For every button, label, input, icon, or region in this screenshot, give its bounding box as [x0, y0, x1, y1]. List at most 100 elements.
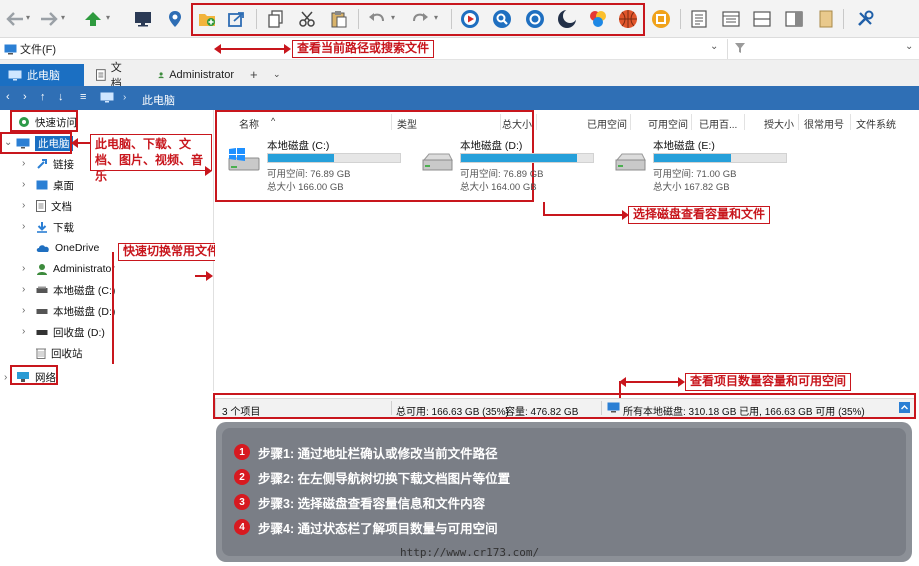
- up-folder-icon[interactable]: [82, 8, 104, 30]
- document-icon[interactable]: [688, 8, 710, 30]
- sidebar-item-label: 本地磁盘 (D:): [53, 305, 116, 318]
- sidebar-item-recycle-bin[interactable]: 回收站: [36, 344, 83, 362]
- frame-icon[interactable]: [650, 8, 672, 30]
- details-pane-icon[interactable]: [720, 8, 742, 30]
- back-dropdown-icon[interactable]: ▾: [26, 14, 34, 22]
- annotation-arrow: [543, 210, 629, 220]
- filter-box[interactable]: [727, 39, 917, 59]
- tab-documents[interactable]: 文档: [88, 62, 140, 90]
- column-header-often-used[interactable]: 很常用号: [804, 116, 844, 131]
- step-text: 步骤1: 通过地址栏确认或修改当前文件路径: [258, 446, 498, 461]
- moon-icon[interactable]: [556, 8, 578, 30]
- column-header-used[interactable]: 已用空间: [587, 116, 627, 131]
- sidebar-network-highlight: [10, 365, 58, 385]
- sidebar-item-drive-c[interactable]: 本地磁盘 (C:): [36, 281, 115, 299]
- forward-button[interactable]: ›: [23, 91, 27, 103]
- new-folder-icon[interactable]: [196, 8, 218, 30]
- refresh-search-icon[interactable]: [524, 8, 546, 30]
- chevron-right-icon[interactable]: ›: [22, 326, 25, 337]
- annotation-arrow: [214, 44, 291, 54]
- tab-administrator[interactable]: Administrator: [150, 64, 242, 86]
- undo-dropdown-icon[interactable]: ▾: [391, 14, 399, 22]
- sidebar-item-links[interactable]: 链接: [36, 155, 74, 173]
- chevron-right-icon[interactable]: ›: [22, 305, 25, 316]
- bookmark-icon[interactable]: [815, 8, 837, 30]
- forward-dropdown-icon[interactable]: ▾: [61, 14, 69, 22]
- basketball-icon[interactable]: [617, 8, 639, 30]
- column-header-free[interactable]: 可用空间: [648, 116, 688, 131]
- drive-tile-d[interactable]: 本地磁盘 (D:) 可用空间: 76.89 GB 总大小 164.00 GB: [414, 136, 604, 193]
- undo-icon[interactable]: [366, 8, 388, 30]
- step-text: 步骤2: 在左侧导航树切换下载文档图片等位置: [258, 471, 511, 486]
- toolbar: ▾ ▾ ▾ ▾ ▾: [0, 0, 919, 38]
- redo-dropdown-icon[interactable]: ▾: [434, 14, 442, 22]
- drive-total-size: 总大小 166.00 GB: [267, 182, 344, 193]
- sidebar-item-recycle-drive[interactable]: 回收盘 (D:): [36, 323, 105, 341]
- sidebar-item-drive-d[interactable]: 本地磁盘 (D:): [36, 302, 115, 320]
- share-icon[interactable]: [226, 8, 248, 30]
- tab-label: 此电脑: [27, 70, 60, 82]
- drive-icon: [36, 309, 48, 314]
- chevron-right-icon[interactable]: ›: [4, 372, 7, 383]
- drive-tile-e[interactable]: 本地磁盘 (E:) 可用空间: 71.00 GB 总大小 167.82 GB: [607, 136, 797, 193]
- preview-pane-icon[interactable]: [783, 8, 805, 30]
- split-view-icon[interactable]: [751, 8, 773, 30]
- annotation-bracket: [112, 252, 114, 364]
- tab-list-button[interactable]: ⌄: [273, 69, 281, 80]
- location-pin-icon[interactable]: [164, 8, 186, 30]
- sidebar-item-desktop[interactable]: 桌面: [36, 176, 74, 194]
- sidebar-item-documents[interactable]: 文档: [36, 197, 72, 215]
- add-tab-button[interactable]: +: [250, 67, 258, 82]
- annotation-sidebar: 此电脑、下载、文档、图片、视频、音乐: [90, 134, 212, 183]
- chevron-right-icon[interactable]: ›: [22, 179, 25, 190]
- file-menu[interactable]: 文件(F): [2, 40, 60, 58]
- drive-name: 本地磁盘 (C:): [267, 140, 330, 152]
- chevron-right-icon[interactable]: ›: [22, 284, 25, 295]
- tab-this-pc[interactable]: 此电脑: [0, 64, 84, 86]
- monitor-icon: [4, 44, 17, 54]
- redo-icon[interactable]: [409, 8, 431, 30]
- steps-panel: 1 步骤1: 通过地址栏确认或修改当前文件路径 2 步骤2: 在左侧导航树切换下…: [216, 422, 912, 562]
- step-text: 步骤3: 选择磁盘查看容量信息和文件内容: [258, 496, 486, 511]
- search-icon[interactable]: [491, 8, 513, 30]
- back-button[interactable]: ‹: [6, 91, 10, 103]
- drive-tile-c[interactable]: 本地磁盘 (C:) 可用空间: 76.89 GB 总大小 166.00 GB: [221, 136, 411, 193]
- recycle-bin-icon: [36, 348, 46, 359]
- chevron-right-icon[interactable]: ›: [22, 200, 25, 211]
- sidebar-item-administrator[interactable]: Administrator: [36, 260, 115, 278]
- play-icon[interactable]: [459, 8, 481, 30]
- up-button[interactable]: ↑: [40, 91, 46, 103]
- chevron-right-icon[interactable]: ›: [22, 221, 25, 232]
- back-arrow-icon[interactable]: [4, 8, 26, 30]
- sidebar-item-downloads[interactable]: 下载: [36, 218, 74, 236]
- chevron-right-icon[interactable]: ›: [22, 158, 25, 169]
- chevron-down-icon[interactable]: ⌄: [710, 41, 718, 52]
- sidebar-item-onedrive[interactable]: OneDrive: [36, 239, 99, 257]
- color-palette-icon[interactable]: [587, 8, 609, 30]
- copy-icon[interactable]: [265, 8, 287, 30]
- column-header-used-percent[interactable]: 已用百...: [699, 116, 737, 131]
- link-icon: [37, 159, 47, 169]
- step-number: 2: [234, 469, 250, 485]
- chevron-right-icon[interactable]: ›: [22, 263, 25, 274]
- breadcrumb[interactable]: 此电脑: [142, 92, 175, 108]
- cut-icon[interactable]: [296, 8, 318, 30]
- menu-button[interactable]: ≡: [80, 91, 86, 103]
- monitor-icon[interactable]: [132, 8, 154, 30]
- watermark: http://www.cr173.com/: [400, 546, 540, 559]
- address-row: 文件(F) ⌄ ⌄: [0, 38, 919, 60]
- down-button[interactable]: ↓: [58, 91, 64, 103]
- file-list: 名称 ^ 类型 总大小 已用空间 可用空间 已用百... 授大小 很常用号 文件…: [215, 110, 919, 398]
- drive-usage-fill: [654, 154, 731, 162]
- user-icon: [37, 264, 47, 275]
- filter-icon[interactable]: [734, 42, 746, 57]
- column-header-size[interactable]: 授大小: [764, 116, 794, 131]
- paste-icon[interactable]: [328, 8, 350, 30]
- column-header-filesystem[interactable]: 文件系统: [856, 116, 896, 131]
- up-dropdown-icon[interactable]: ▾: [106, 14, 114, 22]
- file-menu-label: 文件(F): [20, 44, 57, 56]
- monitor-icon[interactable]: [100, 92, 114, 106]
- chevron-down-icon[interactable]: ⌄: [905, 41, 913, 52]
- tools-icon[interactable]: [854, 8, 876, 30]
- forward-arrow-icon[interactable]: [38, 8, 60, 30]
